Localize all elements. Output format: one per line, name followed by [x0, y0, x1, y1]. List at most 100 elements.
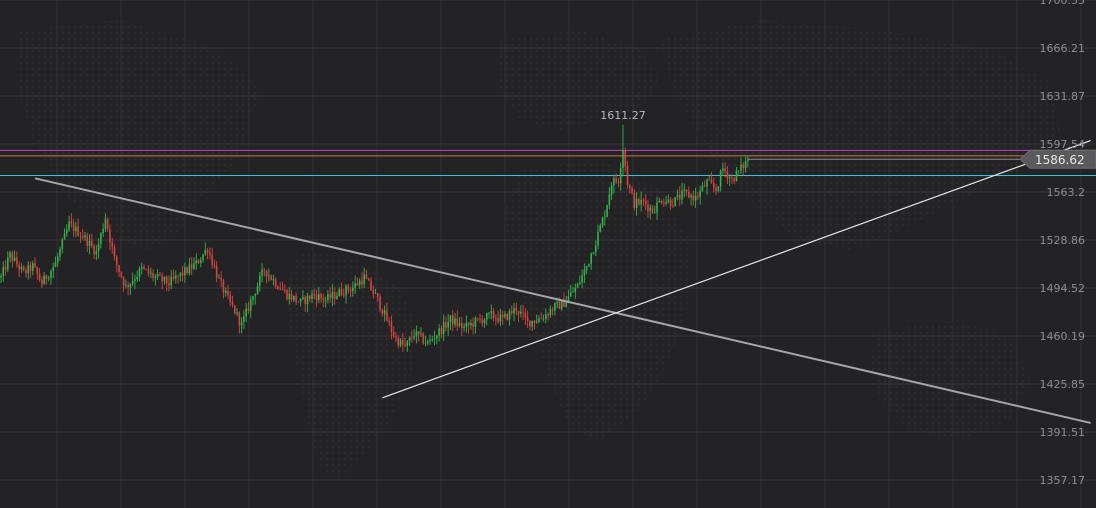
candle-body-271: [615, 178, 617, 182]
candle-body-171: [388, 320, 390, 323]
candle-body-11: [25, 270, 27, 274]
candle-body-78: [177, 275, 179, 277]
candle-body-303: [688, 191, 690, 198]
candle-body-8: [18, 264, 20, 270]
candle-body-226: [513, 307, 515, 314]
candle-body-142: [322, 297, 325, 301]
candle-body-252: [572, 291, 574, 293]
candle-body-42: [95, 250, 98, 255]
candle-body-38: [86, 235, 89, 247]
candle-body-277: [628, 185, 631, 188]
candle-body-141: [320, 294, 322, 298]
candle-body-106: [240, 322, 243, 326]
candle-body-188: [426, 341, 429, 344]
candle-body-146: [331, 292, 334, 299]
candle-body-104: [236, 312, 238, 314]
candle-body-251: [569, 292, 572, 297]
candle-body-16: [36, 267, 39, 274]
candle-body-209: [474, 318, 477, 327]
candle-body-95: [215, 266, 218, 278]
candle-body-134: [304, 297, 306, 305]
candle-body-162: [367, 278, 370, 281]
candle-body-179: [406, 340, 409, 347]
candle-body-81: [184, 267, 186, 276]
candle-body-192: [436, 335, 438, 339]
candle-body-220: [499, 314, 502, 322]
candle-body-261: [592, 252, 595, 255]
candle-body-216: [490, 311, 493, 313]
candle-body-24: [54, 262, 57, 268]
y-tick-label-8: 1631.87: [1040, 90, 1086, 103]
candle-body-34: [77, 226, 79, 236]
candle-body-49: [111, 242, 114, 247]
candle-body-144: [327, 294, 329, 301]
candle-body-221: [501, 314, 504, 317]
last-price-tag[interactable]: 1586.62: [1019, 149, 1096, 169]
candle-body-273: [619, 168, 622, 184]
candle-body-53: [120, 272, 123, 278]
candle-body-187: [424, 343, 427, 344]
candle-body-43: [97, 243, 100, 251]
candlestick-chart[interactable]: 1611.27 1357.17 1391.51 1425.85 1460.19 1494…: [0, 0, 1096, 508]
candle-body-274: [622, 149, 624, 169]
candle-body-243: [551, 309, 554, 311]
candle-body-113: [256, 286, 259, 295]
candle-body-99: [224, 290, 227, 293]
y-tick-label-2: 1425.85: [1040, 378, 1086, 391]
candle-body-153: [347, 285, 350, 291]
candle-body-13: [29, 265, 32, 271]
candle-body-92: [209, 252, 211, 255]
candle-body-44: [100, 233, 102, 244]
candle-body-320: [726, 171, 729, 179]
candle-body-23: [52, 267, 55, 271]
candle-body-218: [495, 317, 497, 319]
candle-body-262: [594, 245, 597, 253]
candle-body-123: [279, 288, 282, 290]
candle-body-240: [545, 314, 547, 319]
candle-body-317: [719, 170, 722, 187]
candle-body-326: [740, 164, 742, 171]
candle-body-17: [38, 273, 41, 280]
candle-body-307: [697, 195, 699, 197]
candle-body-116: [263, 269, 266, 271]
candle-body-245: [556, 301, 558, 304]
candle-body-219: [497, 318, 499, 322]
candle-body-293: [665, 201, 667, 204]
candle-body-86: [195, 260, 198, 264]
candle-body-2: [4, 267, 7, 270]
candle-body-110: [249, 299, 252, 311]
candle-body-191: [433, 338, 436, 340]
candle-body-194: [440, 328, 443, 335]
candle-body-48: [109, 229, 111, 243]
candle-body-3: [7, 257, 9, 270]
candle-body-29: [66, 229, 68, 234]
candle-body-158: [358, 280, 361, 286]
candle-body-156: [354, 283, 356, 288]
candle-body-32: [72, 223, 75, 232]
candle-body-242: [549, 309, 552, 316]
candle-body-290: [658, 200, 661, 203]
candle-body-263: [597, 231, 599, 246]
candle-body-56: [127, 285, 129, 288]
candle-body-160: [363, 274, 365, 285]
candle-body-269: [610, 185, 613, 195]
candle-body-65: [147, 269, 150, 274]
candle-body-91: [206, 250, 209, 253]
candle-body-237: [538, 318, 540, 322]
candle-body-108: [245, 308, 247, 317]
candle-body-72: [163, 276, 166, 282]
candle-body-235: [533, 320, 536, 323]
candle-body-281: [638, 198, 640, 205]
candle-body-238: [540, 318, 543, 320]
candle-body-121: [274, 279, 277, 287]
candle-body-223: [506, 313, 509, 320]
candle-body-184: [417, 331, 420, 335]
candle-body-60: [136, 276, 138, 280]
candle-body-280: [635, 198, 638, 208]
candle-body-35: [79, 235, 82, 237]
candle-body-313: [710, 179, 713, 183]
candle-body-276: [626, 166, 629, 186]
candle-body-300: [681, 190, 683, 200]
candle-body-64: [145, 268, 148, 270]
candle-body-260: [590, 254, 592, 264]
